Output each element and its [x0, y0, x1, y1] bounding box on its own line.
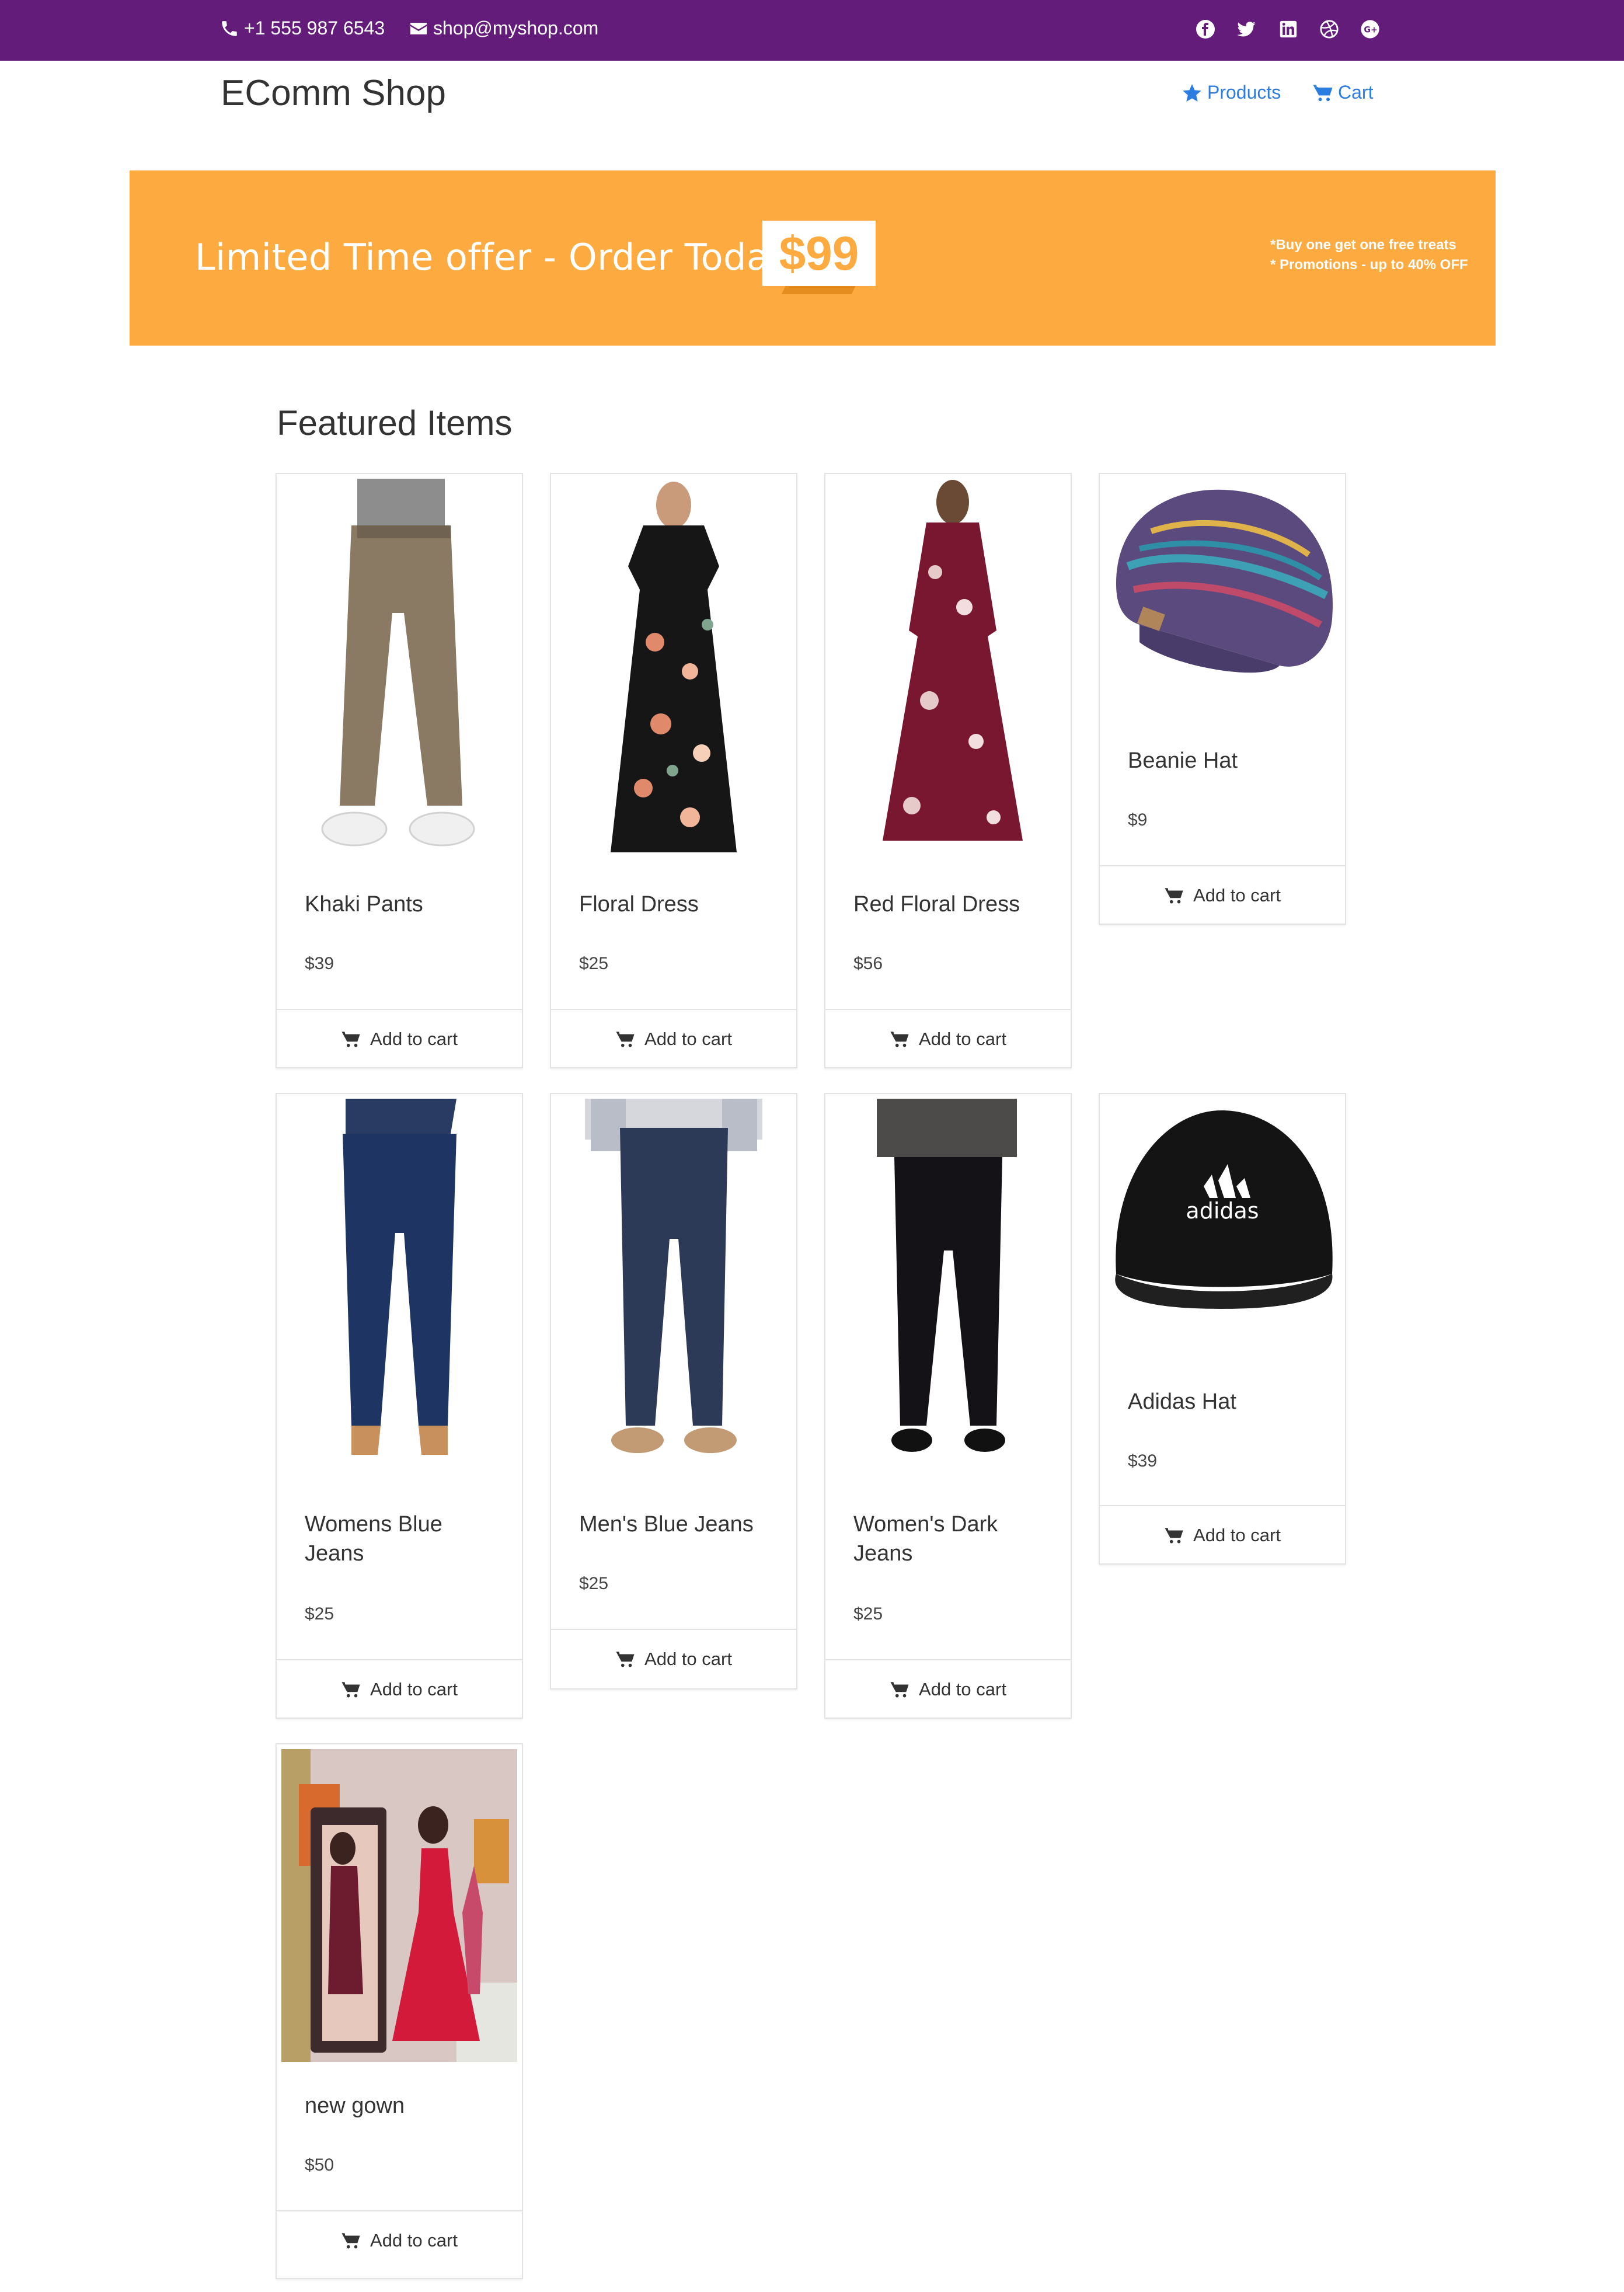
- add-to-cart-button[interactable]: Add to cart: [551, 1629, 796, 1688]
- product-card: Red Floral Dress $56 Add to cart: [824, 473, 1072, 1068]
- cart-icon: [341, 1682, 360, 1698]
- product-image-womens-dark-jeans[interactable]: [830, 1099, 1066, 1478]
- featured-title: Featured Items: [277, 403, 513, 443]
- product-card: new gown $50 Add to cart: [276, 1743, 523, 2279]
- banner-headline: Limited Time offer - Order Today For: [195, 236, 860, 278]
- add-to-cart-button[interactable]: Add to cart: [1100, 1505, 1345, 1565]
- product-price: $39: [1128, 1451, 1158, 1471]
- cart-icon: [341, 2233, 360, 2249]
- add-to-cart-label: Add to cart: [644, 1029, 732, 1049]
- email-address: shop@myshop.com: [433, 18, 599, 39]
- cart-icon: [1165, 888, 1183, 904]
- product-image-mens-blue-jeans[interactable]: [556, 1099, 792, 1478]
- product-image-new-gown[interactable]: [281, 1749, 517, 2062]
- product-image-khaki-pants[interactable]: [281, 479, 517, 858]
- promo-line-2: * Promotions - up to 40% OFF: [1270, 257, 1468, 273]
- promo-banner[interactable]: Limited Time offer - Order Today For $99…: [130, 170, 1496, 346]
- add-to-cart-label: Add to cart: [370, 2230, 458, 2251]
- product-name[interactable]: Beanie Hat: [1128, 746, 1326, 775]
- add-to-cart-button[interactable]: Add to cart: [277, 1009, 522, 1068]
- product-card: Beanie Hat $9 Add to cart: [1099, 473, 1346, 925]
- add-to-cart-label: Add to cart: [919, 1029, 1006, 1049]
- nav-cart-label: Cart: [1338, 82, 1374, 103]
- add-to-cart-button[interactable]: Add to cart: [825, 1009, 1071, 1068]
- price-tag-shadow: [781, 286, 856, 294]
- envelope-icon: [410, 22, 427, 34]
- top-bar: +1 555 987 6543 shop@myshop.com G+: [0, 0, 1624, 61]
- product-card: adidas Adidas Hat $39 Add to cart: [1099, 1093, 1346, 1565]
- product-name[interactable]: Women's Dark Jeans: [853, 1510, 1052, 1568]
- price-tag: $99: [762, 221, 876, 286]
- add-to-cart-button[interactable]: Add to cart: [277, 1659, 522, 1719]
- add-to-cart-button[interactable]: Add to cart: [551, 1009, 796, 1068]
- svg-text:G+: G+: [1364, 26, 1377, 35]
- phone-icon: [222, 20, 237, 36]
- product-price: $25: [305, 1604, 334, 1624]
- google-plus-icon[interactable]: G+: [1360, 19, 1380, 39]
- product-card: Womens Blue Jeans $25 Add to cart: [276, 1093, 523, 1719]
- add-to-cart-label: Add to cart: [1193, 885, 1281, 905]
- nav-cart-link[interactable]: Cart: [1312, 82, 1373, 103]
- product-price: $25: [579, 954, 609, 973]
- cart-icon: [1165, 1528, 1183, 1544]
- email-contact[interactable]: shop@myshop.com: [409, 18, 598, 39]
- product-price: $25: [853, 1604, 883, 1624]
- product-card: Men's Blue Jeans $25 Add to cart: [550, 1093, 797, 1690]
- product-image-adidas-hat[interactable]: adidas: [1104, 1099, 1340, 1356]
- twitter-icon[interactable]: [1236, 19, 1256, 39]
- facebook-icon[interactable]: [1196, 19, 1215, 39]
- add-to-cart-label: Add to cart: [919, 1679, 1006, 1699]
- cart-icon: [616, 1652, 635, 1667]
- cart-icon: [1313, 85, 1333, 101]
- cart-icon: [890, 1032, 909, 1047]
- product-card: Khaki Pants $39 Add to cart: [276, 473, 523, 1068]
- product-name[interactable]: Adidas Hat: [1128, 1387, 1326, 1416]
- promo-line-1: *Buy one get one free treats: [1270, 237, 1456, 253]
- product-image-beanie-hat[interactable]: [1104, 479, 1340, 715]
- product-name[interactable]: Floral Dress: [579, 890, 778, 919]
- add-to-cart-button[interactable]: Add to cart: [825, 1659, 1071, 1719]
- product-name[interactable]: Womens Blue Jeans: [305, 1510, 503, 1568]
- add-to-cart-button[interactable]: Add to cart: [277, 2210, 522, 2270]
- phone-number: +1 555 987 6543: [244, 18, 385, 39]
- add-to-cart-label: Add to cart: [644, 1649, 732, 1669]
- product-card: Women's Dark Jeans $25 Add to cart: [824, 1093, 1072, 1719]
- add-to-cart-label: Add to cart: [370, 1679, 458, 1699]
- cart-icon: [341, 1032, 360, 1047]
- add-to-cart-label: Add to cart: [370, 1029, 458, 1049]
- product-card: Floral Dress $25 Add to cart: [550, 473, 797, 1068]
- product-price: $39: [305, 954, 334, 973]
- adidas-logo-text: adidas: [1186, 1198, 1259, 1224]
- brand-logo[interactable]: EComm Shop: [221, 72, 446, 114]
- nav-products-label: Products: [1207, 82, 1281, 103]
- product-price: $25: [579, 1574, 609, 1593]
- product-image-red-floral-dress[interactable]: [830, 479, 1066, 858]
- phone-contact[interactable]: +1 555 987 6543: [219, 18, 385, 39]
- product-price: $9: [1128, 810, 1148, 830]
- product-name[interactable]: new gown: [305, 2091, 503, 2120]
- add-to-cart-button[interactable]: Add to cart: [1100, 865, 1345, 925]
- product-image-womens-blue-jeans[interactable]: [281, 1099, 517, 1478]
- product-image-floral-dress[interactable]: [556, 479, 792, 858]
- product-price: $50: [305, 2155, 334, 2175]
- star-icon: [1183, 83, 1201, 102]
- product-name[interactable]: Khaki Pants: [305, 890, 503, 919]
- banner-price: $99: [779, 227, 859, 280]
- product-name[interactable]: Men's Blue Jeans: [579, 1510, 778, 1539]
- product-name[interactable]: Red Floral Dress: [853, 890, 1052, 919]
- add-to-cart-label: Add to cart: [1193, 1525, 1281, 1545]
- product-price: $56: [853, 954, 883, 973]
- cart-icon: [616, 1032, 635, 1047]
- dribbble-icon[interactable]: [1319, 19, 1339, 39]
- nav-products-link[interactable]: Products: [1182, 82, 1281, 103]
- cart-icon: [890, 1682, 909, 1698]
- linkedin-icon[interactable]: [1278, 19, 1298, 39]
